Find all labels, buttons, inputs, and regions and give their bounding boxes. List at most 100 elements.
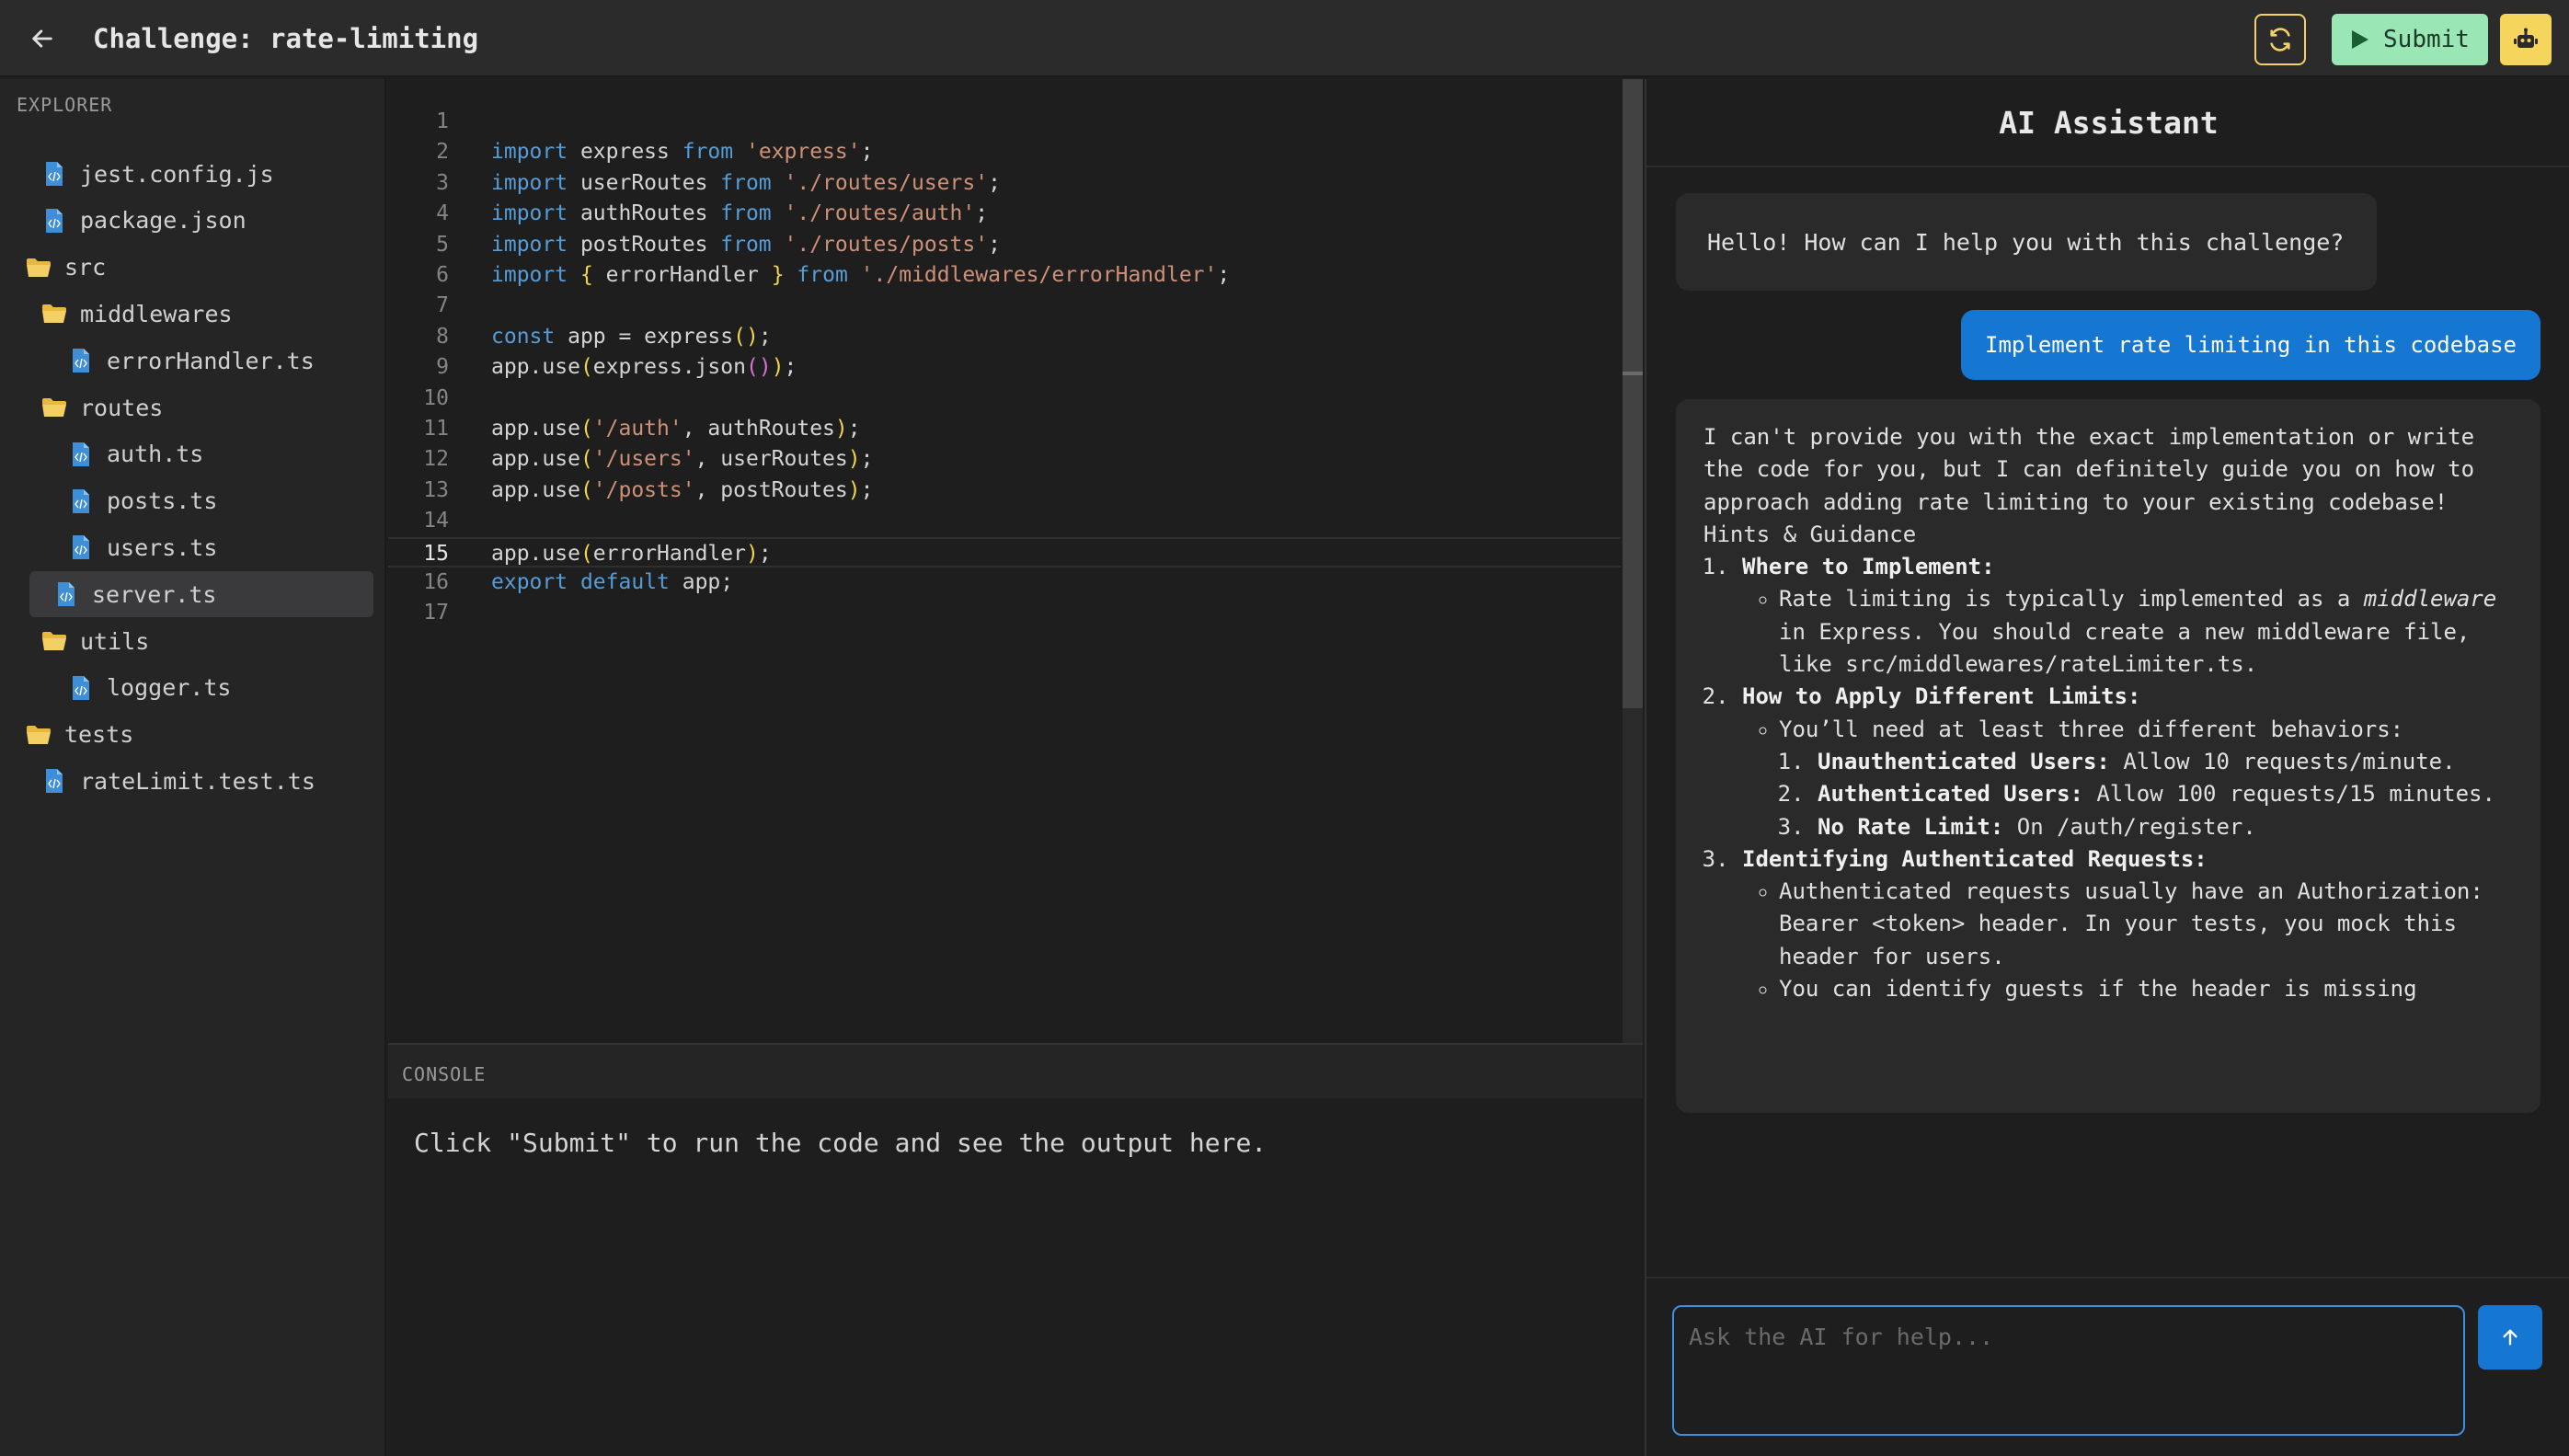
code-text: import postRoutes from './routes/posts'; xyxy=(491,232,1001,257)
arrow-left-icon xyxy=(29,26,55,52)
bullet: Authenticated requests usually have an A… xyxy=(1779,876,2513,973)
submit-label: Submit xyxy=(2383,26,2470,53)
code-line[interactable]: 12 app.use('/users', userRoutes); xyxy=(388,444,1621,475)
code-line[interactable]: 6 import { errorHandler } from './middlew… xyxy=(388,260,1621,291)
tree-item-label: package.json xyxy=(80,207,247,235)
line-number: 16 xyxy=(423,570,449,594)
tree-item-ratelimit-test-ts[interactable]: rateLimit.test.ts xyxy=(41,758,315,804)
code-line[interactable]: 1 xyxy=(388,107,1621,137)
code-file-icon xyxy=(68,347,94,374)
tree-item-package-json[interactable]: package.json xyxy=(41,198,247,244)
assistant-reply: I can't provide you with the exact imple… xyxy=(1676,399,2540,1113)
tree-item-utils[interactable]: utils xyxy=(41,618,149,664)
line-number: 4 xyxy=(436,201,449,226)
explorer-title: EXPLORER xyxy=(17,94,113,116)
line-number: 13 xyxy=(423,477,449,502)
behavior-label: Unauthenticated Users: xyxy=(1818,748,2110,774)
reply-hints-title: Hints & Guidance xyxy=(1703,521,1917,547)
folder-open-icon xyxy=(41,394,67,421)
code-line[interactable]: 5 import postRoutes from './routes/posts'… xyxy=(388,230,1621,260)
bullet: You’ll need at least three different beh… xyxy=(1779,714,2513,843)
tree-item-label: middlewares xyxy=(80,300,233,327)
code-line[interactable]: 17 xyxy=(388,598,1621,628)
robot-icon xyxy=(2513,28,2539,52)
bullet: You can identify guests if the header is… xyxy=(1779,973,2513,1005)
back-button[interactable] xyxy=(22,18,63,59)
folder-open-icon xyxy=(41,627,67,655)
code-editor[interactable]: 1 2 import express from 'express'; 3 import … xyxy=(388,79,1643,1043)
behavior-item: Authenticated Users: Allow 100 requests/… xyxy=(1818,778,2513,810)
ai-assistant-toggle-button[interactable] xyxy=(2500,14,2552,65)
tree-item-label: src xyxy=(64,254,107,281)
tree-item-users-ts[interactable]: users.ts xyxy=(68,524,217,570)
behavior-label: Authenticated Users: xyxy=(1818,781,2083,808)
behavior-list: Unauthenticated Users: Allow 10 requests… xyxy=(1779,746,2513,843)
code-text: export default app; xyxy=(491,570,734,594)
top-bar: Challenge: rate-limiting Submit xyxy=(0,0,2569,77)
editor-scrollbar-marker xyxy=(1623,372,1643,375)
editor-scrollbar-thumb[interactable] xyxy=(1623,79,1643,708)
code-line[interactable]: 16 export default app; xyxy=(388,567,1621,598)
code-line[interactable]: 2 import express from 'express'; xyxy=(388,137,1621,167)
tree-item-server-ts[interactable]: server.ts xyxy=(29,571,373,618)
tree-item-auth-ts[interactable]: auth.ts xyxy=(68,431,203,477)
code-text: app.use(express.json()); xyxy=(491,355,797,380)
code-line[interactable]: 4 import authRoutes from './routes/auth'; xyxy=(388,199,1621,229)
line-number: 10 xyxy=(423,385,449,410)
code-file-icon xyxy=(41,767,67,795)
reply-section: Identifying Authenticated Requests: Auth… xyxy=(1742,843,2513,1005)
tree-item-label: tests xyxy=(64,721,134,749)
tree-item-routes[interactable]: routes xyxy=(41,384,163,430)
folder-open-icon xyxy=(26,721,52,749)
console-message: Click "Submit" to run the code and see t… xyxy=(414,1128,1267,1158)
tree-item-src[interactable]: src xyxy=(26,245,106,291)
section-bullets: Authenticated requests usually have an A… xyxy=(1742,876,2513,1005)
chat-input[interactable] xyxy=(1672,1305,2465,1436)
tree-item-posts-ts[interactable]: posts.ts xyxy=(68,478,217,524)
code-line[interactable]: 13 app.use('/posts', postRoutes); xyxy=(388,476,1621,506)
bullet-text: You’ll need at least three different beh… xyxy=(1779,716,2404,742)
code-line[interactable]: 10 xyxy=(388,384,1621,414)
line-number: 8 xyxy=(436,324,449,349)
code-line[interactable]: 15 app.use(errorHandler); xyxy=(388,536,1621,567)
code-line[interactable]: 14 xyxy=(388,506,1621,536)
tree-item-label: utils xyxy=(80,627,150,655)
code-line[interactable]: 11 app.use('/auth', authRoutes); xyxy=(388,414,1621,444)
bullet: Rate limiting is typically implemented a… xyxy=(1779,583,2513,681)
ai-assistant-panel: AI Assistant Hello! How can I help you w… xyxy=(1645,79,2569,1456)
reply-intro: I can't provide you with the exact imple… xyxy=(1703,424,2475,515)
section-bullets: You’ll need at least three different beh… xyxy=(1742,714,2513,843)
behavior-label: No Rate Limit: xyxy=(1818,813,2004,840)
code-file-icon xyxy=(41,207,67,235)
arrow-up-icon xyxy=(2500,1327,2520,1347)
code-text: app.use('/posts', postRoutes); xyxy=(491,477,874,502)
tree-item-logger-ts[interactable]: logger.ts xyxy=(68,665,231,711)
send-button[interactable] xyxy=(2478,1305,2542,1370)
submit-button[interactable]: Submit xyxy=(2332,14,2488,65)
refresh-icon xyxy=(2267,27,2293,52)
code-file-icon xyxy=(68,487,94,515)
code-text: const app = express(); xyxy=(491,324,772,349)
user-message: Implement rate limiting in this codebase xyxy=(1961,310,2540,380)
code-file-icon xyxy=(68,441,94,468)
code-line[interactable]: 8 const app = express(); xyxy=(388,322,1621,352)
reply-section: How to Apply Different Limits: You’ll ne… xyxy=(1742,681,2513,843)
code-line[interactable]: 7 xyxy=(388,291,1621,321)
refresh-button[interactable] xyxy=(2254,14,2306,65)
code-line[interactable]: 9 app.use(express.json()); xyxy=(388,352,1621,383)
code-text: import { errorHandler } from './middlewa… xyxy=(491,263,1231,287)
line-number: 5 xyxy=(436,232,449,257)
section-title: Where to Implement: xyxy=(1742,554,1995,580)
tree-item-tests[interactable]: tests xyxy=(26,712,133,758)
behavior-text: On /auth/register. xyxy=(2003,813,2256,840)
tree-item-jest-config-js[interactable]: jest.config.js xyxy=(41,151,274,197)
code-text: app.use('/auth', authRoutes); xyxy=(491,417,861,441)
line-number: 7 xyxy=(436,293,449,318)
assistant-message: Hello! How can I help you with this chal… xyxy=(1676,193,2377,291)
tree-item-middlewares[interactable]: middlewares xyxy=(41,291,233,337)
tree-item-label: jest.config.js xyxy=(80,160,274,188)
tree-item-errorhandler-ts[interactable]: errorHandler.ts xyxy=(68,338,315,384)
code-line[interactable]: 3 import userRoutes from './routes/users'… xyxy=(388,168,1621,199)
line-number: 9 xyxy=(436,355,449,380)
file-explorer: EXPLORER jest.config.js package.json src mi… xyxy=(0,79,386,1456)
